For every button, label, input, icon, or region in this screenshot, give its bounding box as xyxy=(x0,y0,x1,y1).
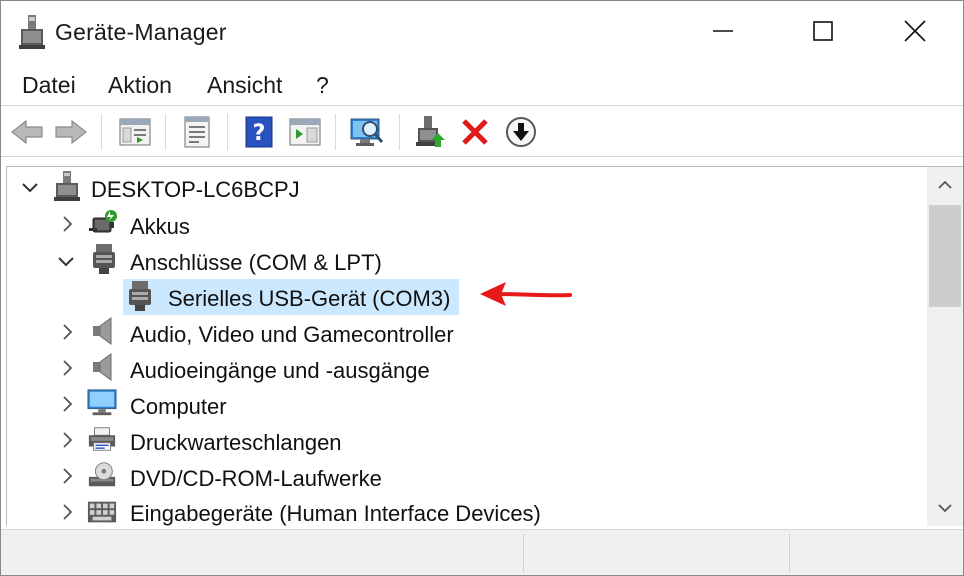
tree-item-label[interactable]: Eingabegeräte (Human Interface Devices) xyxy=(130,501,541,526)
scroll-down-button[interactable] xyxy=(927,490,963,526)
monitor-icon xyxy=(87,388,117,418)
scroll-up-button[interactable] xyxy=(927,167,963,203)
forward-arrow-icon xyxy=(55,119,87,145)
scan-hardware-button[interactable] xyxy=(349,114,385,150)
menu-bar: Datei Aktion Ansicht ? xyxy=(1,63,963,105)
device-manager-app-icon xyxy=(19,15,45,49)
disc-drive-icon xyxy=(87,460,117,490)
serial-port-icon xyxy=(125,281,155,311)
expand-toggle-audioeingaenge[interactable] xyxy=(59,359,77,377)
tree-item-label[interactable]: Druckwarteschlangen xyxy=(130,430,342,456)
title-bar[interactable]: Geräte-Manager xyxy=(1,1,963,63)
chevron-right-icon xyxy=(63,468,73,484)
tree-item-label[interactable]: Computer xyxy=(130,394,227,420)
window-title: Geräte-Manager xyxy=(55,19,227,45)
status-divider xyxy=(523,534,524,572)
keyboard-icon xyxy=(87,497,117,526)
toolbar-separator xyxy=(399,114,400,150)
status-bar xyxy=(1,529,963,575)
root-expand-toggle[interactable] xyxy=(21,179,39,197)
menu-aktion[interactable]: Aktion xyxy=(108,72,172,99)
expand-toggle-anschluesse[interactable] xyxy=(57,253,75,271)
expand-toggle-akkus[interactable] xyxy=(59,215,77,233)
uninstall-device-button[interactable] xyxy=(457,114,493,150)
minimize-icon xyxy=(713,30,733,32)
back-arrow-icon xyxy=(11,119,43,145)
update-driver-button[interactable] xyxy=(413,114,449,150)
close-button[interactable] xyxy=(869,1,961,61)
menu-datei[interactable]: Datei xyxy=(22,72,76,99)
device-tree[interactable]: DESKTOP-LC6BCPJ Akkus Anschlüsse (COM & … xyxy=(7,167,925,526)
chevron-right-icon xyxy=(63,504,73,520)
back-button[interactable] xyxy=(9,114,45,150)
expand-toggle-dvd[interactable] xyxy=(59,467,77,485)
expand-toggle-eingabegeraete[interactable] xyxy=(59,503,77,521)
chevron-right-icon xyxy=(63,324,73,340)
expand-toggle-audio-video[interactable] xyxy=(59,323,77,341)
help-button[interactable]: ? xyxy=(241,114,277,150)
speaker-icon xyxy=(89,352,119,382)
tree-item-label[interactable]: Audio, Video und Gamecontroller xyxy=(130,322,454,348)
menu-help[interactable]: ? xyxy=(316,72,329,99)
forward-button[interactable] xyxy=(53,114,89,150)
printer-icon xyxy=(87,424,117,454)
annotation-arrow xyxy=(480,282,572,306)
port-icon xyxy=(89,244,119,274)
chevron-down-icon xyxy=(938,504,952,513)
show-action-pane-icon xyxy=(289,118,321,146)
close-icon xyxy=(904,20,926,42)
vertical-scrollbar[interactable] xyxy=(927,167,963,526)
scroll-thumb[interactable] xyxy=(929,205,961,307)
toolbar-divider xyxy=(1,156,963,157)
console-tree-button[interactable] xyxy=(117,114,153,150)
expand-toggle-computer[interactable] xyxy=(59,395,77,413)
expand-toggle-druckwarteschlangen[interactable] xyxy=(59,431,77,449)
toolbar-separator xyxy=(165,114,166,150)
minimize-button[interactable] xyxy=(677,1,769,61)
show-action-pane-button[interactable] xyxy=(287,114,323,150)
tree-item-label[interactable]: Audioeingänge und -ausgänge xyxy=(130,358,430,384)
disable-device-icon xyxy=(506,117,536,147)
battery-icon xyxy=(89,208,119,238)
maximize-icon xyxy=(813,21,833,41)
device-manager-window: Geräte-Manager Datei Aktion Ansicht ? ? … xyxy=(0,0,964,576)
maximize-button[interactable] xyxy=(777,1,869,61)
chevron-right-icon xyxy=(63,216,73,232)
chevron-right-icon xyxy=(63,360,73,376)
chevron-up-icon xyxy=(938,180,952,189)
computer-root-icon xyxy=(52,171,82,201)
console-tree-icon xyxy=(119,118,151,146)
toolbar-separator xyxy=(101,114,102,150)
toolbar: ? xyxy=(1,106,963,156)
tree-item-label[interactable]: DVD/CD-ROM-Laufwerke xyxy=(130,466,382,492)
toolbar-separator xyxy=(335,114,336,150)
device-tree-pane: DESKTOP-LC6BCPJ Akkus Anschlüsse (COM & … xyxy=(6,166,963,526)
chevron-right-icon xyxy=(63,396,73,412)
chevron-down-icon xyxy=(58,257,74,267)
uninstall-device-icon xyxy=(462,119,488,145)
tree-item-label[interactable]: Anschlüsse (COM & LPT) xyxy=(130,250,382,276)
tree-item-selected-label[interactable]: Serielles USB-Gerät (COM3) xyxy=(168,286,450,312)
toolbar-separator xyxy=(227,114,228,150)
scan-hardware-icon xyxy=(350,118,384,146)
properties-button[interactable] xyxy=(179,114,215,150)
chevron-right-icon xyxy=(63,432,73,448)
tree-item-label[interactable]: Akkus xyxy=(130,214,190,240)
status-divider xyxy=(789,534,790,572)
update-driver-icon xyxy=(416,116,445,147)
tree-root-label[interactable]: DESKTOP-LC6BCPJ xyxy=(91,177,300,203)
help-icon: ? xyxy=(245,116,273,148)
disable-device-button[interactable] xyxy=(503,114,539,150)
properties-icon xyxy=(184,116,210,148)
speaker-icon xyxy=(89,316,119,346)
chevron-down-icon xyxy=(22,183,38,193)
svg-text:?: ? xyxy=(253,121,266,146)
menu-ansicht[interactable]: Ansicht xyxy=(207,72,282,99)
